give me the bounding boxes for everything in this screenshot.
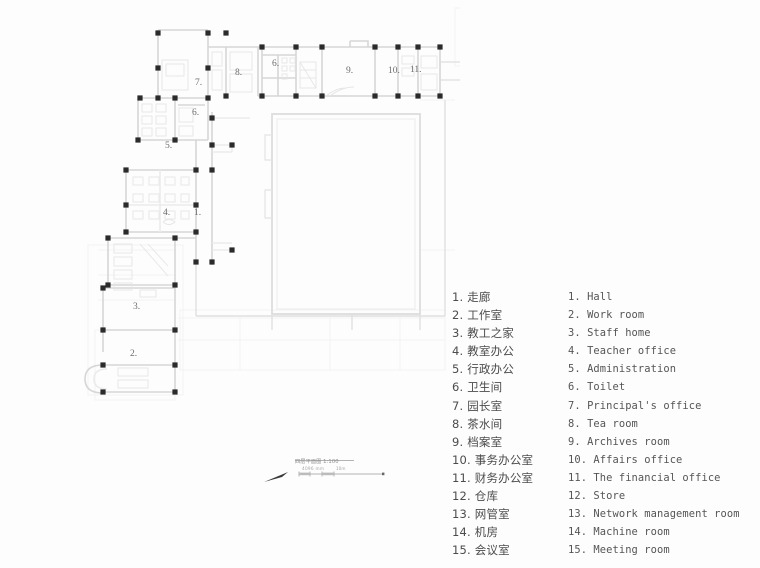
floor-plan-drawing: 7.8.6.9.10.11.6.5.4.1.3.2.12.13.14.15. [0,0,460,440]
legend-english-column: 1. Hall 2. Work room 3. Staff home 4. Teach… [568,288,760,559]
legend-row-cn-7: 7. 园长室 [452,398,503,413]
legend-row-cn-9: 9. 档案室 [452,434,503,449]
legend-row-en-4: 4. Teacher office [568,345,677,358]
legend-row-cn-15: 15. 会议室 [452,543,510,558]
title-block: 四层平面图 1:100 4096 mm 10m [262,458,402,494]
legend-row-cn-14: 14. 机房 [452,525,499,540]
room-label-11: 11. [410,65,422,75]
legend-row-cn-3: 3. 教工之家 [452,326,515,341]
drawing-title: 四层平面图 1:100 [295,459,339,465]
legend-row-cn-11: 11. 财务办公室 [452,470,534,485]
legend-row-en-15: 15. Meeting room [568,544,670,557]
legend-row-en-2: 2. Work room [568,309,645,322]
legend-row-en-7: 7. Principal's office [568,399,702,412]
room-label-5: 5. [165,141,172,151]
legend-row-en-14: 14. Machine room [568,526,670,539]
room-label-9: 9. [346,66,353,76]
scale-note-left: 4096 mm [302,466,325,471]
legend-row-en-12: 12. Store [568,490,626,503]
structural-columns [100,30,443,395]
north-arrow-icon [264,472,288,482]
legend-row-cn-10: 10. 事务办公室 [452,452,534,467]
room-label-6a: 6. [272,59,279,69]
legend-row-en-10: 10. Affairs office [568,453,683,466]
legend-row-cn-5: 5. 行政办公 [452,362,515,377]
scale-note-right: 10m [336,466,346,471]
legend-row-en-8: 8. Tea room [568,417,638,430]
central-courtyard-void [264,113,421,315]
room-label-7: 7. [195,78,202,88]
legend-row-en-3: 3. Staff home [568,327,651,340]
legend-row-cn-1: 1. 走廊 [452,290,491,304]
west-wing-furniture [113,103,194,389]
room-label-10: 10. [388,66,400,76]
room-legend: 1. 走廊 2. 工作室 3. 教工之家 4. 教室办公 5. 行政办公 6. 卫生间 7.… [452,288,760,559]
legend-row-cn-4: 4. 教室办公 [452,344,515,359]
legend-row-cn-8: 8. 茶水间 [452,416,503,431]
legend-chinese-column: 1. 走廊 2. 工作室 3. 教工之家 4. 教室办公 5. 行政办公 6. 卫生间 7.… [452,288,562,559]
legend-row-en-11: 11. The financial office [568,471,721,484]
drawing-sheet: 7.8.6.9.10.11.6.5.4.1.3.2.12.13.14.15. 四… [0,0,760,568]
legend-row-en-9: 9. Archives room [568,435,670,448]
room-label-3: 3. [133,302,140,312]
legend-row-en-13: 13. Network management room [568,508,740,521]
room-label-8: 8. [235,68,242,78]
room-label-1: 1. [194,208,201,218]
legend-row-cn-6: 6. 卫生间 [452,380,503,395]
legend-row-en-6: 6. Toilet [568,381,626,394]
legend-row-en-1: 1. Hall [568,291,613,303]
south-edge-walls [195,100,446,330]
legend-row-cn-13: 13. 网管室 [452,507,510,522]
room-label-6b: 6. [192,108,199,118]
room-label-2: 2. [130,349,137,359]
legend-row-en-5: 5. Administration [568,363,677,376]
legend-row-cn-2: 2. 工作室 [452,308,503,323]
legend-row-cn-12: 12. 仓库 [452,489,499,504]
room-label-4: 4. [163,208,170,218]
